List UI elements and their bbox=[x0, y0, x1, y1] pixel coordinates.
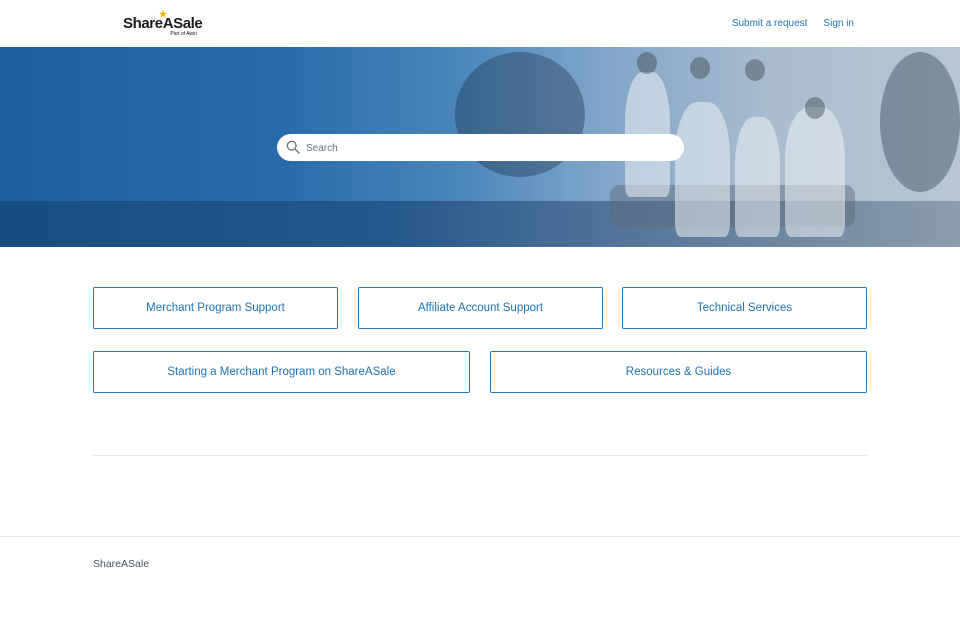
category-merchant-program-support[interactable]: Merchant Program Support bbox=[93, 287, 338, 329]
category-resources-guides[interactable]: Resources & Guides bbox=[490, 351, 867, 393]
search-icon bbox=[286, 140, 300, 154]
hero-person bbox=[675, 102, 730, 237]
hero-head bbox=[805, 97, 825, 119]
hero-person bbox=[735, 117, 780, 237]
content-divider bbox=[93, 455, 867, 456]
category-affiliate-account-support[interactable]: Affiliate Account Support bbox=[358, 287, 603, 329]
sign-in-link[interactable]: Sign in bbox=[823, 18, 854, 29]
search-input[interactable] bbox=[304, 137, 678, 159]
footer-divider bbox=[0, 536, 960, 537]
hero-head bbox=[690, 57, 710, 79]
hero-person bbox=[785, 107, 845, 237]
logo-subtext: Part of Awin bbox=[170, 31, 197, 37]
submit-request-link[interactable]: Submit a request bbox=[732, 18, 808, 29]
shareasale-logo[interactable]: ShareASale Part of Awin bbox=[123, 10, 203, 38]
site-header: ShareASale Part of Awin Submit a request… bbox=[0, 0, 960, 47]
hero-banner bbox=[0, 47, 960, 247]
hero-head bbox=[637, 52, 657, 74]
hero-head bbox=[745, 59, 765, 81]
hero-plant bbox=[880, 52, 960, 192]
footer-brand-link[interactable]: ShareASale bbox=[93, 558, 149, 570]
search-bar[interactable] bbox=[277, 134, 684, 161]
category-starting-merchant-program[interactable]: Starting a Merchant Program on ShareASal… bbox=[93, 351, 470, 393]
logo-wordmark: ShareASale bbox=[123, 15, 203, 32]
category-technical-services[interactable]: Technical Services bbox=[622, 287, 867, 329]
header-nav: Submit a request Sign in bbox=[732, 18, 854, 29]
